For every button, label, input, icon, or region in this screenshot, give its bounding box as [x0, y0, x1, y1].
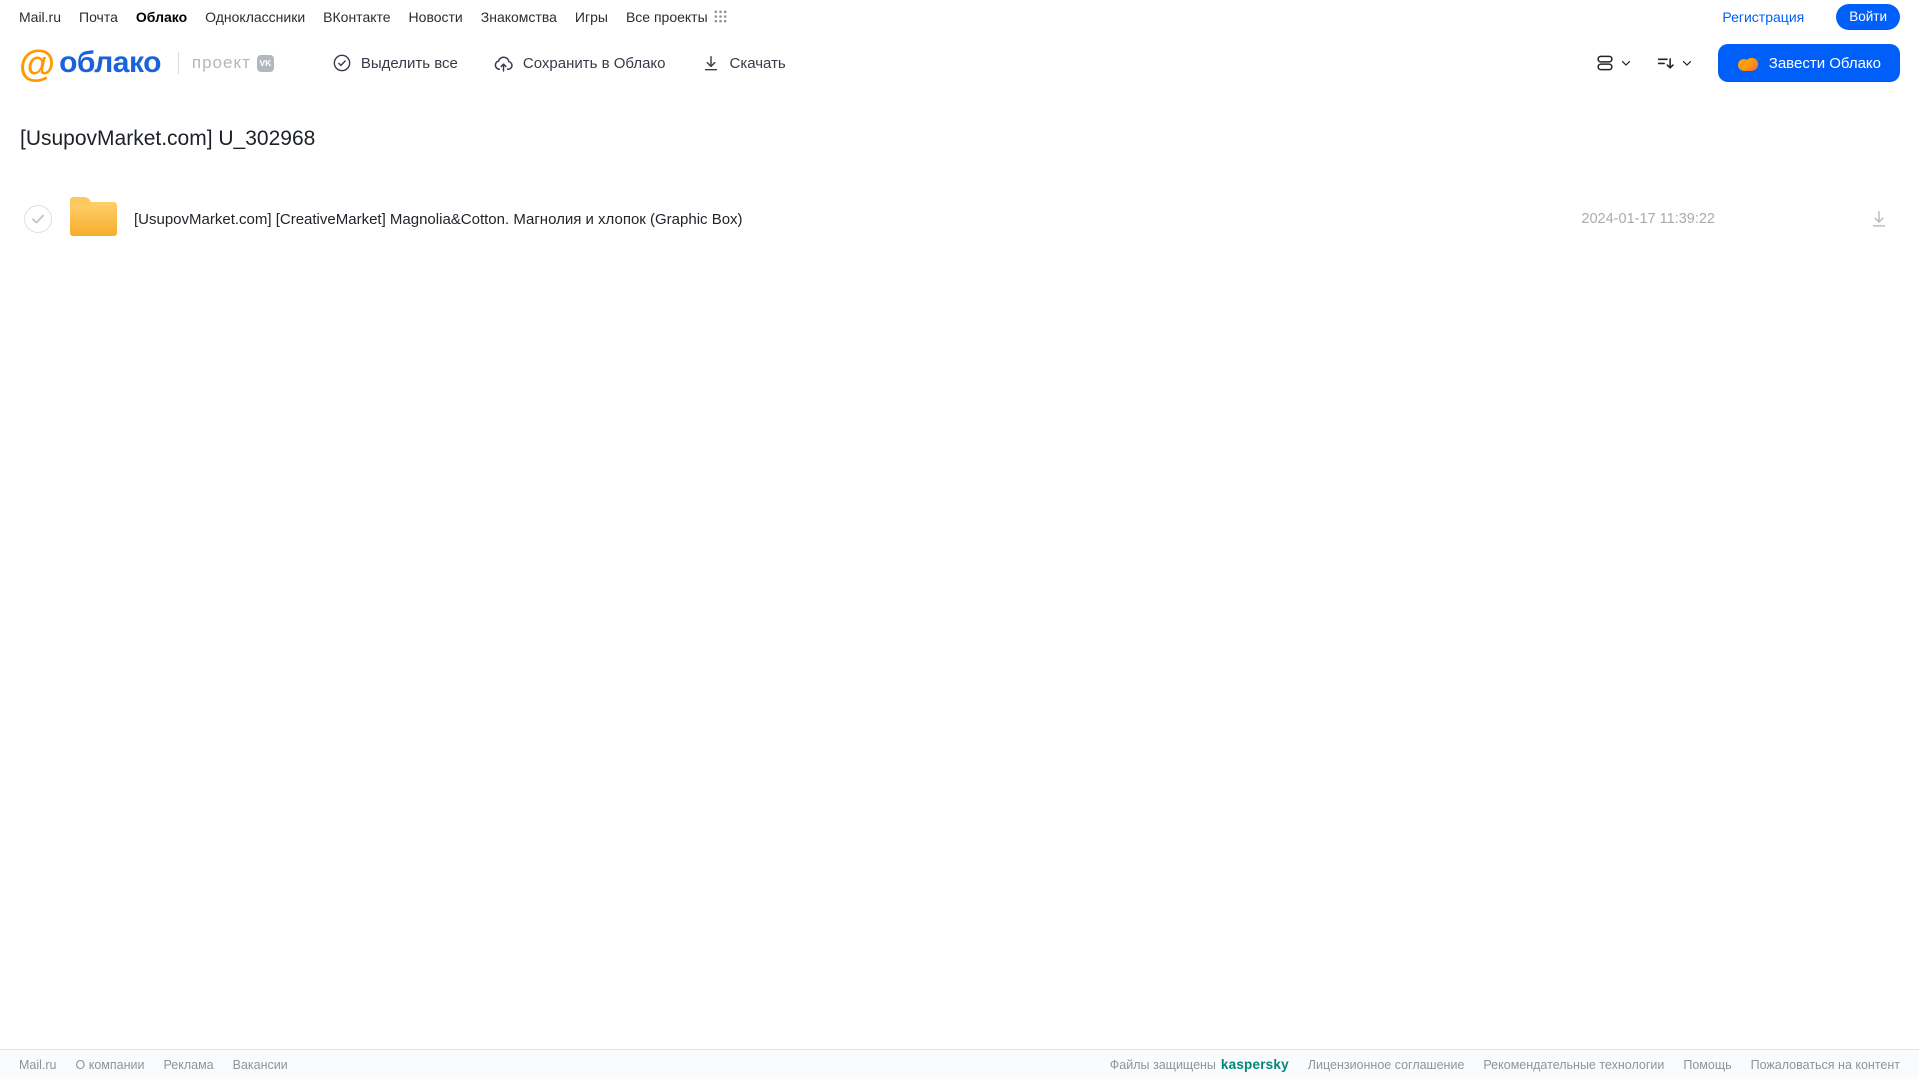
- topnav-link-vse-proekty[interactable]: Все проекты: [626, 9, 708, 25]
- top-nav: Mail.ru Почта Облако Одноклассники ВКонт…: [0, 0, 1919, 33]
- topnav-link-oblako[interactable]: Облако: [136, 9, 187, 25]
- create-cloud-label: Завести Облако: [1768, 54, 1881, 72]
- row-checkbox[interactable]: [24, 205, 52, 233]
- page-title: [UsupovMarket.com] U_302968: [20, 127, 316, 150]
- apps-grid-icon[interactable]: [714, 10, 727, 23]
- topnav-link-igry[interactable]: Игры: [575, 9, 608, 25]
- folder-icon: [70, 197, 117, 236]
- file-actions: Выделить все Сохранить в Облако Скачать: [332, 53, 786, 74]
- topnav-link-vkontakte[interactable]: ВКонтакте: [323, 9, 390, 25]
- footer-link-help[interactable]: Помощь: [1683, 1058, 1731, 1072]
- footer-left-links: Mail.ru О компании Реклама Вакансии: [19, 1058, 288, 1072]
- download-button[interactable]: Скачать: [701, 53, 786, 73]
- topnav-link-znakomstva[interactable]: Знакомства: [481, 9, 557, 25]
- topnav-link-mailru[interactable]: Mail.ru: [19, 9, 61, 25]
- check-circle-icon: [332, 53, 352, 73]
- topnav-link-pochta[interactable]: Почта: [79, 9, 118, 25]
- kaspersky-protection: Файлы защищены kaspersky: [1110, 1057, 1289, 1072]
- footer-link-mailru[interactable]: Mail.ru: [19, 1058, 57, 1072]
- project-vk-tag: проект VK: [192, 53, 274, 73]
- footer-link-jobs[interactable]: Вакансии: [233, 1058, 288, 1072]
- footer-link-report-content[interactable]: Пожаловаться на контент: [1751, 1058, 1900, 1072]
- cloud-upload-icon: [493, 53, 514, 74]
- download-icon: [701, 53, 721, 73]
- topnav-link-novosti[interactable]: Новости: [409, 9, 463, 25]
- select-all-label: Выделить все: [360, 54, 458, 72]
- file-modified-date: 2024-01-17 11:39:22: [1581, 211, 1715, 227]
- download-label: Скачать: [729, 54, 786, 72]
- save-to-cloud-label: Сохранить в Облако: [522, 54, 666, 72]
- footer-link-recommendation-tech[interactable]: Рекомендательные технологии: [1483, 1058, 1664, 1072]
- logo-divider: [177, 52, 179, 74]
- project-label: проект: [191, 53, 251, 72]
- topnav-all-projects[interactable]: Все проекты: [626, 9, 727, 25]
- sort-dropdown[interactable]: [1655, 52, 1694, 74]
- view-mode-dropdown[interactable]: [1594, 52, 1633, 74]
- vk-logo-icon: VK: [256, 54, 274, 72]
- save-to-cloud-button[interactable]: Сохранить в Облако: [493, 53, 666, 74]
- logo-text: облако: [59, 46, 161, 79]
- footer-link-about[interactable]: О компании: [76, 1058, 145, 1072]
- file-name[interactable]: [UsupovMarket.com] [CreativeMarket] Magn…: [134, 211, 743, 228]
- footer-link-ads[interactable]: Реклама: [163, 1058, 213, 1072]
- footer-link-license[interactable]: Лицензионное соглашение: [1308, 1058, 1465, 1072]
- register-link[interactable]: Регистрация: [1722, 9, 1804, 25]
- select-all-button[interactable]: Выделить все: [332, 53, 458, 73]
- view-controls: Завести Облако: [1594, 44, 1900, 82]
- login-button[interactable]: Войти: [1836, 3, 1900, 30]
- cloud-logo[interactable]: @ облако: [19, 45, 161, 82]
- row-download-icon[interactable]: [1867, 208, 1891, 230]
- topnav-link-odnoklassniki[interactable]: Одноклассники: [205, 9, 305, 25]
- footer: Mail.ru О компании Реклама Вакансии Файл…: [0, 1049, 1919, 1079]
- sort-icon: [1655, 52, 1677, 74]
- footer-right-links: Файлы защищены kaspersky Лицензионное со…: [1110, 1057, 1900, 1072]
- create-cloud-button[interactable]: Завести Облако: [1717, 44, 1900, 82]
- chevron-down-icon: [1619, 56, 1633, 70]
- kaspersky-logo[interactable]: kaspersky: [1221, 1057, 1289, 1072]
- list-view-icon: [1594, 52, 1616, 74]
- toolbar: @ облако проект VK Выделить все Сохранит…: [0, 33, 1919, 93]
- file-row[interactable]: [UsupovMarket.com] [CreativeMarket] Magn…: [0, 191, 1919, 247]
- mailru-at-icon: @: [19, 42, 56, 84]
- protected-label: Файлы защищены: [1109, 1057, 1216, 1072]
- chevron-down-icon: [1680, 56, 1694, 70]
- orange-cloud-icon: [1737, 55, 1759, 72]
